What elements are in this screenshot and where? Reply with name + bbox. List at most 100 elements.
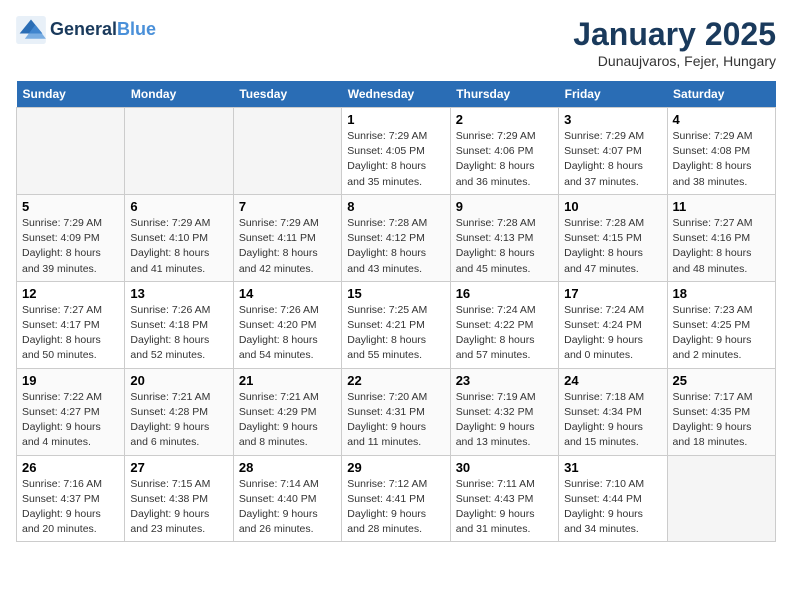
calendar-cell — [233, 108, 341, 195]
calendar-cell: 17 Sunrise: 7:24 AM Sunset: 4:24 PM Dayli… — [559, 281, 667, 368]
day-detail: Sunrise: 7:21 AM Sunset: 4:29 PM Dayligh… — [239, 390, 336, 451]
day-number: 26 — [22, 460, 119, 475]
calendar-cell: 24Sunrise: 7:18 AM Sunset: 4:34 PM Dayli… — [559, 368, 667, 455]
logo-text: GeneralBlue — [50, 20, 156, 40]
day-number: 9 — [456, 199, 553, 214]
calendar-cell: 28 Sunrise: 7:14 AM Sunset: 4:40 PM Dayli… — [233, 455, 341, 542]
calendar-week-row: 5 Sunrise: 7:29 AM Sunset: 4:09 PM Daylig… — [17, 194, 776, 281]
day-number: 31 — [564, 460, 661, 475]
day-number: 10 — [564, 199, 661, 214]
day-detail: Sunrise: 7:28 AM Sunset: 4:13 PM Dayligh… — [456, 216, 553, 277]
calendar-cell: 22Sunrise: 7:20 AM Sunset: 4:31 PM Dayli… — [342, 368, 450, 455]
day-number: 6 — [130, 199, 227, 214]
day-number: 20 — [130, 373, 227, 388]
calendar-cell: 3 Sunrise: 7:29 AM Sunset: 4:07 PM Daylig… — [559, 108, 667, 195]
day-number: 24 — [564, 373, 661, 388]
calendar-cell — [17, 108, 125, 195]
day-detail: Sunrise: 7:28 AM Sunset: 4:15 PM Dayligh… — [564, 216, 661, 277]
calendar-week-row: 1 Sunrise: 7:29 AM Sunset: 4:05 PM Daylig… — [17, 108, 776, 195]
logo: GeneralBlue — [16, 16, 156, 44]
calendar-cell: 29 Sunrise: 7:12 AM Sunset: 4:41 PM Dayli… — [342, 455, 450, 542]
day-detail: Sunrise: 7:24 AM Sunset: 4:22 PM Dayligh… — [456, 303, 553, 364]
calendar-cell: 9 Sunrise: 7:28 AM Sunset: 4:13 PM Daylig… — [450, 194, 558, 281]
day-number: 28 — [239, 460, 336, 475]
day-number: 25 — [673, 373, 770, 388]
day-number: 15 — [347, 286, 444, 301]
calendar-week-row: 26 Sunrise: 7:16 AM Sunset: 4:37 PM Dayli… — [17, 455, 776, 542]
calendar-cell: 21 Sunrise: 7:21 AM Sunset: 4:29 PM Dayli… — [233, 368, 341, 455]
page-header: GeneralBlue January 2025 Dunaujvaros, Fe… — [16, 16, 776, 69]
day-detail: Sunrise: 7:19 AM Sunset: 4:32 PM Dayligh… — [456, 390, 553, 451]
day-number: 2 — [456, 112, 553, 127]
calendar-body: 1 Sunrise: 7:29 AM Sunset: 4:05 PM Daylig… — [17, 108, 776, 542]
day-detail: Sunrise: 7:28 AM Sunset: 4:12 PM Dayligh… — [347, 216, 444, 277]
day-detail: Sunrise: 7:29 AM Sunset: 4:09 PM Dayligh… — [22, 216, 119, 277]
day-number: 29 — [347, 460, 444, 475]
calendar-cell: 23 Sunrise: 7:19 AM Sunset: 4:32 PM Dayli… — [450, 368, 558, 455]
day-number: 3 — [564, 112, 661, 127]
calendar-cell: 4 Sunrise: 7:29 AM Sunset: 4:08 PM Daylig… — [667, 108, 775, 195]
month-title: January 2025 — [573, 16, 776, 53]
day-detail: Sunrise: 7:26 AM Sunset: 4:18 PM Dayligh… — [130, 303, 227, 364]
day-detail: Sunrise: 7:26 AM Sunset: 4:20 PM Dayligh… — [239, 303, 336, 364]
day-detail: Sunrise: 7:25 AM Sunset: 4:21 PM Dayligh… — [347, 303, 444, 364]
day-detail: Sunrise: 7:11 AM Sunset: 4:43 PM Dayligh… — [456, 477, 553, 538]
day-detail: Sunrise: 7:17 AM Sunset: 4:35 PM Dayligh… — [673, 390, 770, 451]
calendar-cell: 31 Sunrise: 7:10 AM Sunset: 4:44 PM Dayli… — [559, 455, 667, 542]
calendar-cell: 19Sunrise: 7:22 AM Sunset: 4:27 PM Dayli… — [17, 368, 125, 455]
calendar-cell: 7Sunrise: 7:29 AM Sunset: 4:11 PM Daylig… — [233, 194, 341, 281]
dow-header: Thursday — [450, 81, 558, 108]
day-number: 12 — [22, 286, 119, 301]
calendar-cell: 16 Sunrise: 7:24 AM Sunset: 4:22 PM Dayli… — [450, 281, 558, 368]
day-detail: Sunrise: 7:29 AM Sunset: 4:07 PM Dayligh… — [564, 129, 661, 190]
day-number: 30 — [456, 460, 553, 475]
calendar-cell: 20 Sunrise: 7:21 AM Sunset: 4:28 PM Dayli… — [125, 368, 233, 455]
day-number: 1 — [347, 112, 444, 127]
calendar-table: SundayMondayTuesdayWednesdayThursdayFrid… — [16, 81, 776, 542]
dow-header: Sunday — [17, 81, 125, 108]
calendar-cell: 13 Sunrise: 7:26 AM Sunset: 4:18 PM Dayli… — [125, 281, 233, 368]
day-detail: Sunrise: 7:29 AM Sunset: 4:05 PM Dayligh… — [347, 129, 444, 190]
day-detail: Sunrise: 7:29 AM Sunset: 4:08 PM Dayligh… — [673, 129, 770, 190]
day-detail: Sunrise: 7:29 AM Sunset: 4:06 PM Dayligh… — [456, 129, 553, 190]
calendar-cell: 27 Sunrise: 7:15 AM Sunset: 4:38 PM Dayli… — [125, 455, 233, 542]
day-number: 4 — [673, 112, 770, 127]
day-detail: Sunrise: 7:14 AM Sunset: 4:40 PM Dayligh… — [239, 477, 336, 538]
day-number: 23 — [456, 373, 553, 388]
calendar-cell: 26 Sunrise: 7:16 AM Sunset: 4:37 PM Dayli… — [17, 455, 125, 542]
day-number: 7 — [239, 199, 336, 214]
calendar-cell — [125, 108, 233, 195]
day-number: 22 — [347, 373, 444, 388]
day-detail: Sunrise: 7:16 AM Sunset: 4:37 PM Dayligh… — [22, 477, 119, 538]
days-of-week-row: SundayMondayTuesdayWednesdayThursdayFrid… — [17, 81, 776, 108]
day-number: 16 — [456, 286, 553, 301]
logo-icon — [16, 16, 46, 44]
calendar-week-row: 19Sunrise: 7:22 AM Sunset: 4:27 PM Dayli… — [17, 368, 776, 455]
calendar-cell: 1 Sunrise: 7:29 AM Sunset: 4:05 PM Daylig… — [342, 108, 450, 195]
day-number: 11 — [673, 199, 770, 214]
day-number: 17 — [564, 286, 661, 301]
day-detail: Sunrise: 7:23 AM Sunset: 4:25 PM Dayligh… — [673, 303, 770, 364]
dow-header: Wednesday — [342, 81, 450, 108]
day-detail: Sunrise: 7:12 AM Sunset: 4:41 PM Dayligh… — [347, 477, 444, 538]
calendar-cell: 25 Sunrise: 7:17 AM Sunset: 4:35 PM Dayli… — [667, 368, 775, 455]
day-number: 14 — [239, 286, 336, 301]
day-detail: Sunrise: 7:15 AM Sunset: 4:38 PM Dayligh… — [130, 477, 227, 538]
calendar-cell: 18Sunrise: 7:23 AM Sunset: 4:25 PM Dayli… — [667, 281, 775, 368]
calendar-cell: 12Sunrise: 7:27 AM Sunset: 4:17 PM Dayli… — [17, 281, 125, 368]
day-number: 27 — [130, 460, 227, 475]
day-detail: Sunrise: 7:21 AM Sunset: 4:28 PM Dayligh… — [130, 390, 227, 451]
calendar-cell: 15 Sunrise: 7:25 AM Sunset: 4:21 PM Dayli… — [342, 281, 450, 368]
calendar-cell: 6Sunrise: 7:29 AM Sunset: 4:10 PM Daylig… — [125, 194, 233, 281]
day-number: 13 — [130, 286, 227, 301]
calendar-cell: 14 Sunrise: 7:26 AM Sunset: 4:20 PM Dayli… — [233, 281, 341, 368]
calendar-week-row: 12Sunrise: 7:27 AM Sunset: 4:17 PM Dayli… — [17, 281, 776, 368]
calendar-cell: 5 Sunrise: 7:29 AM Sunset: 4:09 PM Daylig… — [17, 194, 125, 281]
day-detail: Sunrise: 7:10 AM Sunset: 4:44 PM Dayligh… — [564, 477, 661, 538]
calendar-cell: 2 Sunrise: 7:29 AM Sunset: 4:06 PM Daylig… — [450, 108, 558, 195]
day-number: 19 — [22, 373, 119, 388]
day-detail: Sunrise: 7:24 AM Sunset: 4:24 PM Dayligh… — [564, 303, 661, 364]
day-number: 5 — [22, 199, 119, 214]
day-number: 21 — [239, 373, 336, 388]
day-detail: Sunrise: 7:27 AM Sunset: 4:16 PM Dayligh… — [673, 216, 770, 277]
